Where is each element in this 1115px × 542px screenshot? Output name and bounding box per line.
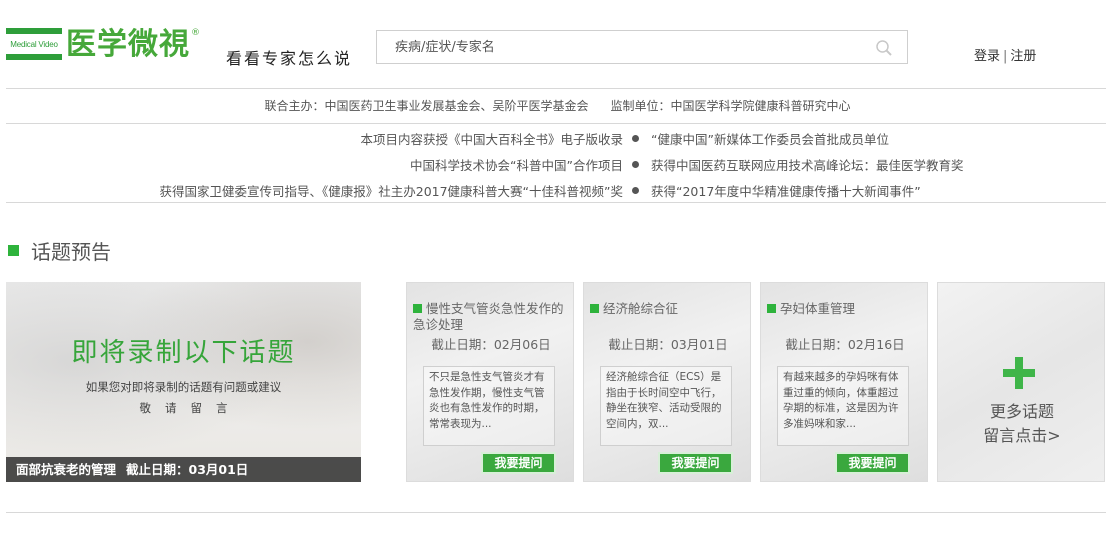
logo-text: 医学微視	[66, 27, 190, 62]
more-topics-label: 更多话题	[989, 402, 1054, 421]
award-item: 获得“2017年度中华精准健康传播十大新闻事件”	[651, 184, 921, 199]
sponsor-line: 联合主办：中国医药卫生事业发展基金会、吴阶平医学基金会 监制单位：中国医学科学院健…	[0, 97, 1115, 114]
header: Medical Video 医学微視 ® 看看专家怎么说 登录|注册	[0, 0, 1115, 88]
plus-icon	[1003, 357, 1035, 389]
card-title: 经济舱综合征	[590, 301, 746, 317]
topic-card: 孕妇体重管理 截止日期：02月16日 有越来越多的孕妈咪有体重过重的倾向，体重超…	[760, 282, 928, 482]
green-square-icon	[413, 304, 422, 313]
search-input[interactable]	[377, 31, 857, 63]
card-deadline: 截止日期：02月16日	[785, 337, 905, 352]
banner-caption: 面部抗衰老的管理 截止日期：03月01日	[6, 457, 361, 482]
leave-message-link[interactable]: 留言点击>	[938, 422, 1106, 446]
bullet-dot	[632, 187, 639, 194]
divider	[6, 88, 1106, 89]
ask-question-button[interactable]: 我要提问	[658, 452, 733, 474]
more-topics-card[interactable]: 更多话题 留言点击>	[937, 282, 1105, 482]
section-title: 话题预告	[8, 236, 111, 265]
topic-card: 经济舱综合征 截止日期：03月01日 经济舱综合征（ECS）是指由于长时间空中飞…	[583, 282, 751, 482]
banner-deadline: 截止日期：03月01日	[126, 462, 249, 477]
card-title: 慢性支气管炎急性发作的急诊处理	[413, 301, 569, 333]
green-square-icon	[767, 304, 776, 313]
green-square-icon	[590, 304, 599, 313]
slogan: 看看专家怎么说	[226, 49, 353, 68]
featured-topic-banner[interactable]: 即将录制以下话题 如果您对即将录制的话题有问题或建议 敬请留言 面部抗衰老的管理…	[6, 282, 361, 482]
logo[interactable]: Medical Video 医学微視 ®	[6, 28, 200, 62]
logo-badge: Medical Video	[6, 28, 62, 60]
card-deadline: 截止日期：03月01日	[608, 337, 728, 352]
section-title-text: 话题预告	[31, 240, 111, 264]
award-item: 本项目内容获授《中国大百科全书》电子版收录	[360, 132, 623, 147]
award-item: 中国科学技术协会“科普中国”合作项目	[410, 158, 623, 173]
auth-links: 登录 | 注册	[974, 45, 1036, 64]
card-title-text: 孕妇体重管理	[780, 301, 856, 316]
login-link[interactable]: 登录	[974, 49, 1000, 64]
bullet-dot	[632, 161, 639, 168]
card-description: 不只是急性支气管炎才有急性发作期，慢性支气管炎也有急性发作的时期，常常表现为..…	[423, 366, 555, 446]
bullet-dot	[632, 135, 639, 142]
search-icon[interactable]	[875, 39, 893, 57]
search-box	[376, 30, 908, 64]
card-title: 孕妇体重管理	[767, 301, 923, 317]
card-title-text: 经济舱综合征	[603, 301, 679, 316]
registered-mark: ®	[191, 28, 200, 38]
divider	[6, 123, 1106, 124]
card-description: 有越来越多的孕妈咪有体重过重的倾向，体重超过孕期的标准，这是因为许多准妈咪和家.…	[777, 366, 909, 446]
logo-small-text: Medical Video	[10, 39, 58, 49]
banner-title: 即将录制以下话题	[71, 338, 296, 368]
register-link[interactable]: 注册	[1010, 49, 1036, 64]
card-title-text: 慢性支气管炎急性发作的急诊处理	[413, 301, 564, 332]
award-item: 获得国家卫健委宣传司指导、《健康报》社主办2017健康科普大赛“十佳科普视频”奖	[159, 184, 623, 199]
banner-subtitle-2: 敬请留言	[139, 401, 242, 415]
auth-separator: |	[1003, 49, 1008, 64]
ask-question-button[interactable]: 我要提问	[481, 452, 556, 474]
topic-card: 慢性支气管炎急性发作的急诊处理 截止日期：02月06日 不只是急性支气管炎才有急…	[406, 282, 574, 482]
banner-topic: 面部抗衰老的管理	[16, 462, 117, 477]
ask-question-button[interactable]: 我要提问	[835, 452, 910, 474]
banner-subtitle: 如果您对即将录制的话题有问题或建议	[85, 380, 282, 394]
organizers-text: 联合主办：中国医药卫生事业发展基金会、吴阶平医学基金会	[264, 99, 589, 113]
supervisor-text: 监制单位：中国医学科学院健康科普研究中心	[610, 99, 851, 113]
divider	[6, 512, 1106, 513]
green-square-icon	[8, 245, 19, 256]
card-deadline: 截止日期：02月06日	[431, 337, 551, 352]
divider	[6, 202, 1106, 203]
award-item: “健康中国”新媒体工作委员会首批成员单位	[651, 132, 889, 147]
award-item: 获得中国医药互联网应用技术高峰论坛：最佳医学教育奖	[651, 158, 964, 173]
card-description: 经济舱综合征（ECS）是指由于长时间空中飞行，静坐在狭窄、活动受限的空间内，双.…	[600, 366, 732, 446]
